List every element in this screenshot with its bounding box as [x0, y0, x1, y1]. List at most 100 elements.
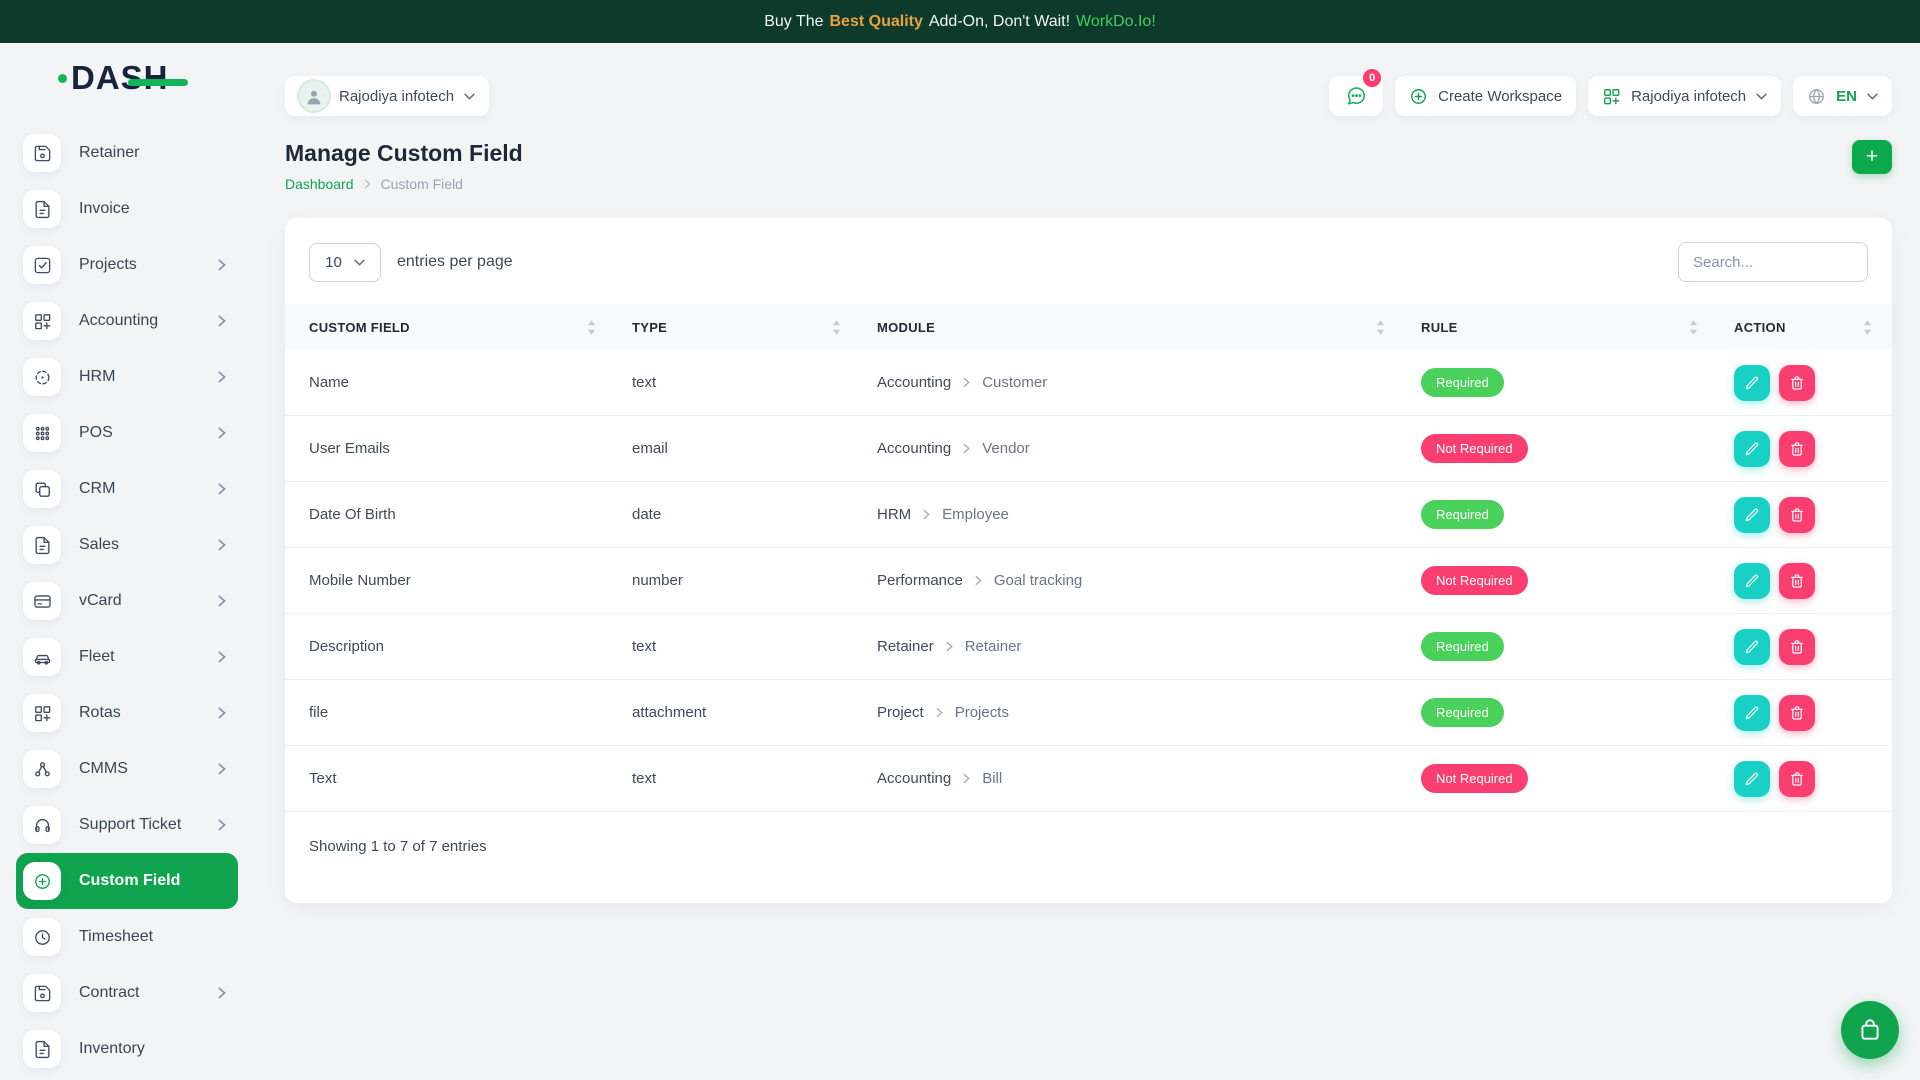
- grid-plus-icon: [23, 694, 61, 732]
- cell-module: Performance Goal tracking: [861, 572, 1405, 589]
- chevron-right-icon: [218, 483, 226, 495]
- edit-button[interactable]: [1734, 497, 1770, 533]
- delete-button[interactable]: [1779, 431, 1815, 467]
- topbar-right: 0 Create Workspace Rajodiya infotech EN: [1329, 76, 1892, 116]
- sidebar-item-label: Invoice: [79, 200, 130, 218]
- column-header-rule[interactable]: RULE: [1405, 320, 1718, 335]
- create-workspace-label: Create Workspace: [1438, 88, 1562, 105]
- buy-addon-fab[interactable]: [1841, 1001, 1899, 1059]
- trash-icon: [1789, 573, 1805, 589]
- edit-button[interactable]: [1734, 563, 1770, 599]
- sidebar-item-accounting[interactable]: Accounting: [16, 293, 238, 349]
- edit-button[interactable]: [1734, 431, 1770, 467]
- chevron-right-icon: [218, 595, 226, 607]
- breadcrumb-dashboard-link[interactable]: Dashboard: [285, 176, 354, 192]
- brand-logo[interactable]: DASH: [0, 43, 255, 113]
- sidebar-item-retainer[interactable]: Retainer: [16, 125, 238, 181]
- language-select[interactable]: EN: [1793, 76, 1892, 116]
- workspace-switcher[interactable]: Rajodiya infotech: [285, 76, 489, 116]
- sort-icon[interactable]: [832, 320, 841, 335]
- sort-icon[interactable]: [1863, 320, 1872, 335]
- sidebar-item-sales[interactable]: Sales: [16, 517, 238, 573]
- sidebar-item-pos[interactable]: POS: [16, 405, 238, 461]
- table-controls: 10 entries per page: [285, 218, 1892, 304]
- page-title: Manage Custom Field: [285, 140, 523, 167]
- dots-grid-icon: [23, 414, 61, 452]
- sidebar-item-custom-field[interactable]: Custom Field: [16, 853, 238, 909]
- column-header-action[interactable]: ACTION: [1718, 320, 1892, 335]
- banner-workdo-link[interactable]: WorkDo.Io!: [1076, 13, 1156, 31]
- workspace-select[interactable]: Rajodiya infotech: [1588, 76, 1781, 116]
- cell-type: text: [616, 638, 861, 655]
- edit-button[interactable]: [1734, 365, 1770, 401]
- table-row: Date Of Birth date HRM Employee Required: [285, 482, 1892, 548]
- add-custom-field-button[interactable]: +: [1852, 140, 1892, 174]
- sort-icon[interactable]: [1689, 320, 1698, 335]
- cell-rule: Not Required: [1405, 434, 1718, 463]
- sidebar-item-crm[interactable]: CRM: [16, 461, 238, 517]
- delete-button[interactable]: [1779, 497, 1815, 533]
- cell-custom-field: Description: [285, 638, 616, 655]
- entries-per-page-label: entries per page: [397, 253, 513, 271]
- sidebar-item-hrm[interactable]: HRM: [16, 349, 238, 405]
- sidebar-item-vcard[interactable]: vCard: [16, 573, 238, 629]
- trash-icon: [1789, 375, 1805, 391]
- rule-badge: Required: [1421, 500, 1504, 529]
- credit-card-icon: [23, 582, 61, 620]
- sidebar-item-contract[interactable]: Contract: [16, 965, 238, 1021]
- cell-rule: Required: [1405, 698, 1718, 727]
- cell-actions: [1718, 761, 1892, 797]
- sort-icon[interactable]: [1376, 320, 1385, 335]
- sidebar-item-fleet[interactable]: Fleet: [16, 629, 238, 685]
- sidebar-item-rotas[interactable]: Rotas: [16, 685, 238, 741]
- page-header: Manage Custom Field Dashboard Custom Fie…: [255, 116, 1920, 192]
- cell-module: Accounting Customer: [861, 374, 1405, 391]
- pencil-icon: [1744, 573, 1760, 589]
- column-header-custom-field[interactable]: CUSTOM FIELD: [285, 320, 616, 335]
- chevron-right-icon: [946, 641, 953, 652]
- delete-button[interactable]: [1779, 761, 1815, 797]
- cell-module: Accounting Vendor: [861, 440, 1405, 457]
- cell-type: text: [616, 374, 861, 391]
- delete-button[interactable]: [1779, 629, 1815, 665]
- cell-actions: [1718, 431, 1892, 467]
- edit-button[interactable]: [1734, 761, 1770, 797]
- chevron-right-icon: [936, 707, 943, 718]
- table-row: file attachment Project Projects Require…: [285, 680, 1892, 746]
- rule-badge: Required: [1421, 698, 1504, 727]
- column-header-module[interactable]: MODULE: [861, 320, 1405, 335]
- sidebar-item-invoice[interactable]: Invoice: [16, 181, 238, 237]
- sort-icon[interactable]: [587, 320, 596, 335]
- sidebar-item-timesheet[interactable]: Timesheet: [16, 909, 238, 965]
- column-header-type[interactable]: TYPE: [616, 320, 861, 335]
- sidebar-item-label: HRM: [79, 368, 115, 386]
- chevron-right-icon: [218, 427, 226, 439]
- create-workspace-button[interactable]: Create Workspace: [1395, 76, 1576, 116]
- delete-button[interactable]: [1779, 365, 1815, 401]
- messages-button[interactable]: 0: [1329, 76, 1383, 116]
- rule-badge: Required: [1421, 632, 1504, 661]
- cell-type: email: [616, 440, 861, 457]
- search-input[interactable]: [1678, 242, 1868, 282]
- sidebar-item-inventory[interactable]: Inventory: [16, 1021, 238, 1077]
- clock-icon: [23, 918, 61, 956]
- trash-icon: [1789, 507, 1805, 523]
- sidebar-item-projects[interactable]: Projects: [16, 237, 238, 293]
- page-size-select[interactable]: 10: [309, 243, 381, 282]
- sidebar-item-support-ticket[interactable]: Support Ticket: [16, 797, 238, 853]
- sidebar-item-cmms[interactable]: CMMS: [16, 741, 238, 797]
- sidebar-item-label: CMMS: [79, 760, 128, 778]
- delete-button[interactable]: [1779, 695, 1815, 731]
- floppy-icon: [23, 134, 61, 172]
- edit-button[interactable]: [1734, 629, 1770, 665]
- chevron-right-icon: [218, 707, 226, 719]
- chat-bubble-icon: [1345, 85, 1367, 107]
- rule-badge: Not Required: [1421, 566, 1528, 595]
- pencil-icon: [1744, 639, 1760, 655]
- rule-badge: Required: [1421, 368, 1504, 397]
- edit-button[interactable]: [1734, 695, 1770, 731]
- chevron-down-icon: [1867, 93, 1878, 100]
- delete-button[interactable]: [1779, 563, 1815, 599]
- sidebar-item-label: Fleet: [79, 648, 115, 666]
- cell-rule: Required: [1405, 500, 1718, 529]
